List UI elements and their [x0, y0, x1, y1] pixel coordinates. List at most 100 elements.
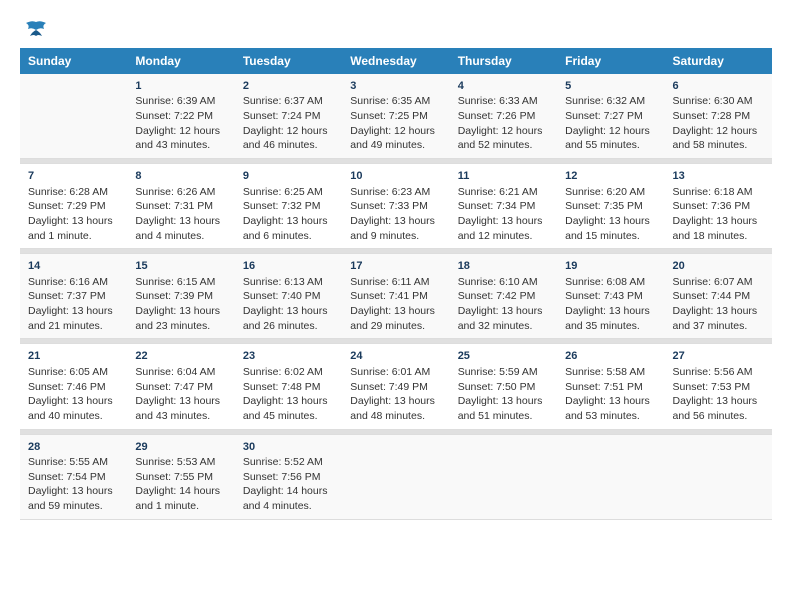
col-thursday: Thursday	[450, 48, 557, 74]
calendar-table: Sunday Monday Tuesday Wednesday Thursday…	[20, 48, 772, 520]
day-cell: 19Sunrise: 6:08 AMSunset: 7:43 PMDayligh…	[557, 254, 664, 339]
sunrise-text: Sunrise: 6:30 AM	[673, 94, 764, 109]
day-number: 5	[565, 79, 656, 94]
sunset-text: Sunset: 7:40 PM	[243, 289, 334, 304]
daylight-text: Daylight: 13 hours and 32 minutes.	[458, 304, 549, 333]
sunrise-text: Sunrise: 6:15 AM	[135, 275, 226, 290]
day-number: 1	[135, 79, 226, 94]
day-number: 27	[673, 349, 764, 364]
day-number: 24	[350, 349, 441, 364]
week-row-1: 1Sunrise: 6:39 AMSunset: 7:22 PMDaylight…	[20, 74, 772, 159]
daylight-text: Daylight: 12 hours and 55 minutes.	[565, 124, 656, 153]
sunrise-text: Sunrise: 5:53 AM	[135, 455, 226, 470]
sunrise-text: Sunrise: 6:11 AM	[350, 275, 441, 290]
daylight-text: Daylight: 13 hours and 1 minute.	[28, 214, 119, 243]
sunset-text: Sunset: 7:34 PM	[458, 199, 549, 214]
sunrise-text: Sunrise: 5:59 AM	[458, 365, 549, 380]
daylight-text: Daylight: 13 hours and 4 minutes.	[135, 214, 226, 243]
day-cell: 18Sunrise: 6:10 AMSunset: 7:42 PMDayligh…	[450, 254, 557, 339]
day-cell: 4Sunrise: 6:33 AMSunset: 7:26 PMDaylight…	[450, 74, 557, 159]
sunrise-text: Sunrise: 6:21 AM	[458, 185, 549, 200]
col-sunday: Sunday	[20, 48, 127, 74]
sunrise-text: Sunrise: 6:02 AM	[243, 365, 334, 380]
col-monday: Monday	[127, 48, 234, 74]
day-cell: 30Sunrise: 5:52 AMSunset: 7:56 PMDayligh…	[235, 434, 342, 519]
sunrise-text: Sunrise: 6:33 AM	[458, 94, 549, 109]
sunset-text: Sunset: 7:25 PM	[350, 109, 441, 124]
day-number: 16	[243, 259, 334, 274]
day-cell: 16Sunrise: 6:13 AMSunset: 7:40 PMDayligh…	[235, 254, 342, 339]
sunset-text: Sunset: 7:24 PM	[243, 109, 334, 124]
sunset-text: Sunset: 7:54 PM	[28, 470, 119, 485]
day-number: 8	[135, 169, 226, 184]
daylight-text: Daylight: 14 hours and 1 minute.	[135, 484, 226, 513]
sunset-text: Sunset: 7:32 PM	[243, 199, 334, 214]
week-row-4: 21Sunrise: 6:05 AMSunset: 7:46 PMDayligh…	[20, 344, 772, 429]
sunrise-text: Sunrise: 5:55 AM	[28, 455, 119, 470]
sunrise-text: Sunrise: 6:05 AM	[28, 365, 119, 380]
sunset-text: Sunset: 7:51 PM	[565, 380, 656, 395]
sunrise-text: Sunrise: 6:39 AM	[135, 94, 226, 109]
day-cell: 7Sunrise: 6:28 AMSunset: 7:29 PMDaylight…	[20, 164, 127, 249]
day-number: 20	[673, 259, 764, 274]
day-number: 12	[565, 169, 656, 184]
daylight-text: Daylight: 12 hours and 52 minutes.	[458, 124, 549, 153]
day-cell: 3Sunrise: 6:35 AMSunset: 7:25 PMDaylight…	[342, 74, 449, 159]
day-number: 3	[350, 79, 441, 94]
daylight-text: Daylight: 13 hours and 9 minutes.	[350, 214, 441, 243]
day-cell: 5Sunrise: 6:32 AMSunset: 7:27 PMDaylight…	[557, 74, 664, 159]
day-number: 15	[135, 259, 226, 274]
sunset-text: Sunset: 7:53 PM	[673, 380, 764, 395]
sunrise-text: Sunrise: 5:58 AM	[565, 365, 656, 380]
day-cell: 20Sunrise: 6:07 AMSunset: 7:44 PMDayligh…	[665, 254, 772, 339]
day-number: 18	[458, 259, 549, 274]
day-cell: 10Sunrise: 6:23 AMSunset: 7:33 PMDayligh…	[342, 164, 449, 249]
sunset-text: Sunset: 7:47 PM	[135, 380, 226, 395]
sunrise-text: Sunrise: 6:26 AM	[135, 185, 226, 200]
daylight-text: Daylight: 13 hours and 43 minutes.	[135, 394, 226, 423]
daylight-text: Daylight: 13 hours and 35 minutes.	[565, 304, 656, 333]
sunrise-text: Sunrise: 6:16 AM	[28, 275, 119, 290]
day-cell: 24Sunrise: 6:01 AMSunset: 7:49 PMDayligh…	[342, 344, 449, 429]
daylight-text: Daylight: 13 hours and 23 minutes.	[135, 304, 226, 333]
day-cell: 28Sunrise: 5:55 AMSunset: 7:54 PMDayligh…	[20, 434, 127, 519]
day-cell: 1Sunrise: 6:39 AMSunset: 7:22 PMDaylight…	[127, 74, 234, 159]
day-number: 13	[673, 169, 764, 184]
day-number: 23	[243, 349, 334, 364]
day-cell: 22Sunrise: 6:04 AMSunset: 7:47 PMDayligh…	[127, 344, 234, 429]
daylight-text: Daylight: 13 hours and 21 minutes.	[28, 304, 119, 333]
week-row-5: 28Sunrise: 5:55 AMSunset: 7:54 PMDayligh…	[20, 434, 772, 519]
sunrise-text: Sunrise: 6:25 AM	[243, 185, 334, 200]
day-cell: 6Sunrise: 6:30 AMSunset: 7:28 PMDaylight…	[665, 74, 772, 159]
daylight-text: Daylight: 13 hours and 51 minutes.	[458, 394, 549, 423]
daylight-text: Daylight: 13 hours and 12 minutes.	[458, 214, 549, 243]
sunrise-text: Sunrise: 6:07 AM	[673, 275, 764, 290]
sunset-text: Sunset: 7:56 PM	[243, 470, 334, 485]
daylight-text: Daylight: 13 hours and 37 minutes.	[673, 304, 764, 333]
sunrise-text: Sunrise: 6:08 AM	[565, 275, 656, 290]
sunset-text: Sunset: 7:48 PM	[243, 380, 334, 395]
sunset-text: Sunset: 7:28 PM	[673, 109, 764, 124]
sunset-text: Sunset: 7:35 PM	[565, 199, 656, 214]
day-cell: 2Sunrise: 6:37 AMSunset: 7:24 PMDaylight…	[235, 74, 342, 159]
day-cell: 12Sunrise: 6:20 AMSunset: 7:35 PMDayligh…	[557, 164, 664, 249]
sunrise-text: Sunrise: 6:37 AM	[243, 94, 334, 109]
day-number: 2	[243, 79, 334, 94]
day-number: 7	[28, 169, 119, 184]
col-wednesday: Wednesday	[342, 48, 449, 74]
header-row: Sunday Monday Tuesday Wednesday Thursday…	[20, 48, 772, 74]
day-cell: 8Sunrise: 6:26 AMSunset: 7:31 PMDaylight…	[127, 164, 234, 249]
daylight-text: Daylight: 13 hours and 6 minutes.	[243, 214, 334, 243]
day-cell: 11Sunrise: 6:21 AMSunset: 7:34 PMDayligh…	[450, 164, 557, 249]
day-number: 30	[243, 440, 334, 455]
day-cell: 27Sunrise: 5:56 AMSunset: 7:53 PMDayligh…	[665, 344, 772, 429]
day-number: 25	[458, 349, 549, 364]
sunset-text: Sunset: 7:41 PM	[350, 289, 441, 304]
day-cell	[665, 434, 772, 519]
sunset-text: Sunset: 7:46 PM	[28, 380, 119, 395]
col-tuesday: Tuesday	[235, 48, 342, 74]
day-cell: 14Sunrise: 6:16 AMSunset: 7:37 PMDayligh…	[20, 254, 127, 339]
sunrise-text: Sunrise: 5:56 AM	[673, 365, 764, 380]
sunrise-text: Sunrise: 6:35 AM	[350, 94, 441, 109]
day-cell: 23Sunrise: 6:02 AMSunset: 7:48 PMDayligh…	[235, 344, 342, 429]
